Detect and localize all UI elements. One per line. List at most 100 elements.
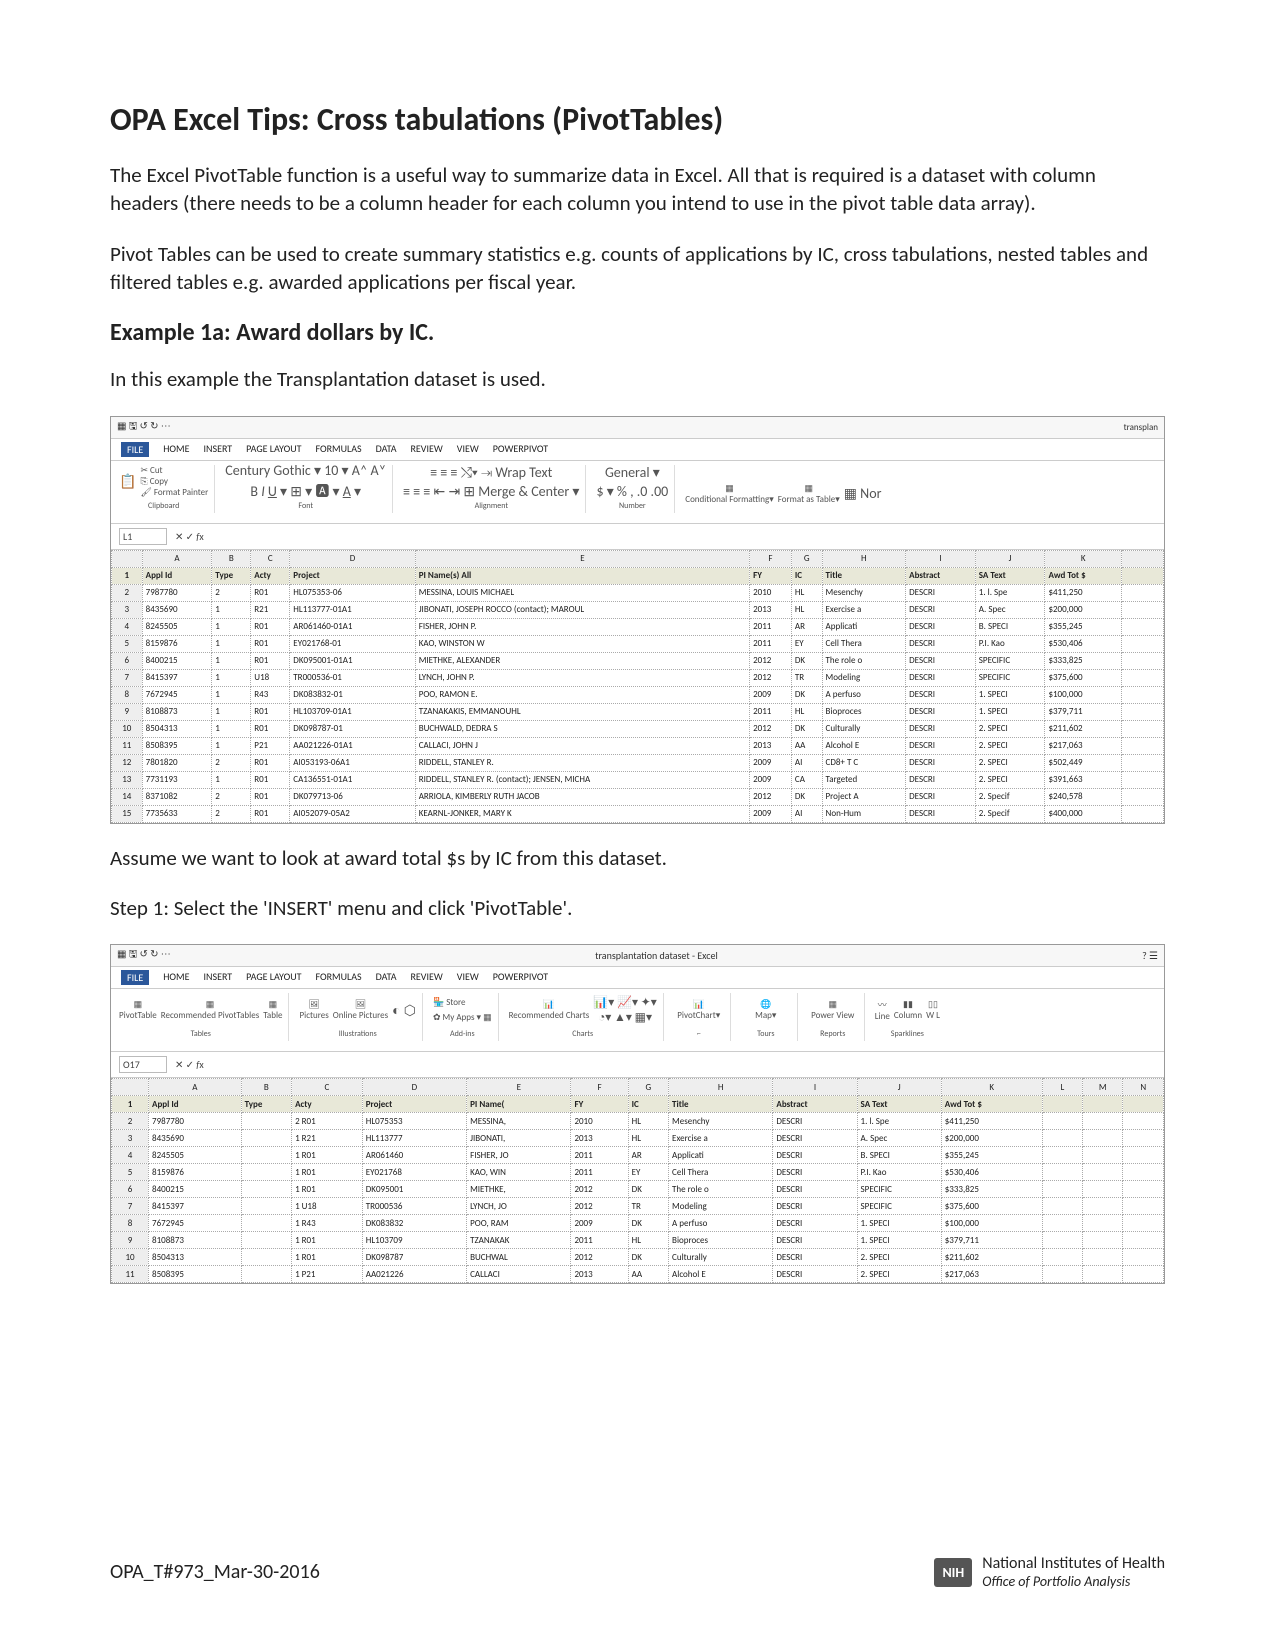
ribbon-tab-review[interactable]: REVIEW xyxy=(410,442,442,457)
cell[interactable]: AA xyxy=(791,737,822,754)
cell[interactable]: 1. SPECI xyxy=(975,686,1045,703)
cell[interactable]: 7672945 xyxy=(142,686,212,703)
ribbon-tab-data[interactable]: DATA xyxy=(376,442,397,457)
cell[interactable]: 8159876 xyxy=(142,635,212,652)
cell[interactable]: $355,245 xyxy=(1045,618,1122,635)
cell[interactable]: Mesenchy xyxy=(822,584,906,601)
cell[interactable] xyxy=(1083,1113,1123,1130)
cell[interactable] xyxy=(1122,652,1164,669)
cell[interactable]: 1 xyxy=(212,652,251,669)
cell[interactable] xyxy=(1042,1266,1082,1283)
cell[interactable] xyxy=(1122,669,1164,686)
cell[interactable]: HL xyxy=(791,584,822,601)
cell[interactable]: 2009 xyxy=(750,686,792,703)
cell[interactable]: 2 xyxy=(212,788,251,805)
cell[interactable]: DESCRI xyxy=(773,1249,857,1266)
cell[interactable]: DK xyxy=(628,1215,668,1232)
cell[interactable]: 2. SPECI xyxy=(975,720,1045,737)
cell[interactable]: 8245505 xyxy=(142,618,212,635)
cell[interactable]: 1 U18 xyxy=(292,1198,363,1215)
cell[interactable]: A. Spec xyxy=(857,1130,941,1147)
name-box[interactable]: O17 xyxy=(119,1056,167,1073)
cell[interactable]: AI xyxy=(791,805,822,822)
cell[interactable]: 8 xyxy=(112,1215,149,1232)
cell[interactable]: 7731193 xyxy=(142,771,212,788)
cell[interactable]: DK xyxy=(791,652,822,669)
cell[interactable]: DESCRI xyxy=(906,584,976,601)
cell[interactable]: R01 xyxy=(251,652,290,669)
cell[interactable]: 1 xyxy=(212,720,251,737)
cell[interactable]: 2012 xyxy=(571,1198,628,1215)
cell[interactable] xyxy=(1122,737,1164,754)
column-header[interactable]: M xyxy=(1083,1079,1123,1096)
column-header[interactable]: H xyxy=(669,1079,773,1096)
power-view-button[interactable]: ▦Power View xyxy=(811,999,854,1021)
cell[interactable]: TR xyxy=(791,669,822,686)
cell[interactable]: HL103709 xyxy=(362,1232,466,1249)
cell[interactable]: HL xyxy=(628,1113,668,1130)
cell[interactable]: 8508395 xyxy=(149,1266,242,1283)
cell[interactable]: 1 xyxy=(212,686,251,703)
cell[interactable]: AI xyxy=(791,754,822,771)
cell[interactable]: Awd Tot $ xyxy=(941,1096,1042,1113)
cell[interactable]: 1. l. Spe xyxy=(857,1113,941,1130)
cell[interactable]: FISHER, JOHN P. xyxy=(415,618,749,635)
column-header[interactable]: H xyxy=(822,550,906,567)
cell[interactable]: HL113777-01A1 xyxy=(290,601,415,618)
cell[interactable] xyxy=(1083,1249,1123,1266)
cell[interactable]: 1. SPECI xyxy=(857,1215,941,1232)
column-header[interactable] xyxy=(112,550,143,567)
cell[interactable]: AR xyxy=(628,1147,668,1164)
cell[interactable] xyxy=(1042,1249,1082,1266)
column-header[interactable] xyxy=(1122,550,1164,567)
cell[interactable]: Awd Tot $ xyxy=(1045,567,1122,584)
column-header[interactable]: G xyxy=(791,550,822,567)
cell[interactable]: Project xyxy=(362,1096,466,1113)
cell[interactable]: IC xyxy=(791,567,822,584)
cell[interactable] xyxy=(241,1181,291,1198)
cell[interactable]: 8 xyxy=(112,686,143,703)
cell[interactable]: TR xyxy=(628,1198,668,1215)
cell[interactable]: TZANAKAKIS, EMMANOUHL xyxy=(415,703,749,720)
cell[interactable]: MESSINA, xyxy=(467,1113,571,1130)
cell[interactable]: 2009 xyxy=(750,754,792,771)
font-name-select[interactable]: Century Gothic xyxy=(225,462,311,479)
cell[interactable]: 2011 xyxy=(750,703,792,720)
cell[interactable]: 9 xyxy=(112,703,143,720)
cell[interactable] xyxy=(1123,1113,1164,1130)
cell[interactable]: 2. SPECI xyxy=(975,754,1045,771)
cell[interactable]: 13 xyxy=(112,771,143,788)
cell[interactable]: 2. SPECI xyxy=(857,1249,941,1266)
cell[interactable]: 1. l. Spe xyxy=(975,584,1045,601)
cell[interactable]: Project xyxy=(290,567,415,584)
cell[interactable]: CA xyxy=(791,771,822,788)
cell[interactable] xyxy=(1122,754,1164,771)
cell[interactable]: AA021226 xyxy=(362,1266,466,1283)
cell[interactable] xyxy=(1042,1232,1082,1249)
cell[interactable]: $240,578 xyxy=(1045,788,1122,805)
cell[interactable]: 2. Specif xyxy=(975,788,1045,805)
cell[interactable]: 10 xyxy=(112,720,143,737)
cell[interactable]: R01 xyxy=(251,618,290,635)
cell[interactable]: 8504313 xyxy=(149,1249,242,1266)
cell[interactable]: 2 xyxy=(212,584,251,601)
cell[interactable]: Exercise a xyxy=(822,601,906,618)
cell[interactable] xyxy=(1122,601,1164,618)
column-header[interactable]: F xyxy=(571,1079,628,1096)
ribbon-tab-view[interactable]: VIEW xyxy=(457,442,479,457)
cell[interactable]: Acty xyxy=(251,567,290,584)
cell[interactable]: 6 xyxy=(112,652,143,669)
cell[interactable] xyxy=(241,1164,291,1181)
cell[interactable]: HL xyxy=(628,1130,668,1147)
cell[interactable]: LYNCH, JOHN P. xyxy=(415,669,749,686)
cell[interactable] xyxy=(1083,1266,1123,1283)
cell[interactable]: 14 xyxy=(112,788,143,805)
cell[interactable]: R01 xyxy=(251,635,290,652)
cell[interactable] xyxy=(1123,1147,1164,1164)
cell[interactable]: SPECIFIC xyxy=(857,1198,941,1215)
cell[interactable]: DK098787 xyxy=(362,1249,466,1266)
cell[interactable]: RIDDELL, STANLEY R. (contact); JENSEN, M… xyxy=(415,771,749,788)
cell[interactable]: HL103709-01A1 xyxy=(290,703,415,720)
cell[interactable]: POO, RAM xyxy=(467,1215,571,1232)
cell[interactable]: DESCRI xyxy=(773,1181,857,1198)
